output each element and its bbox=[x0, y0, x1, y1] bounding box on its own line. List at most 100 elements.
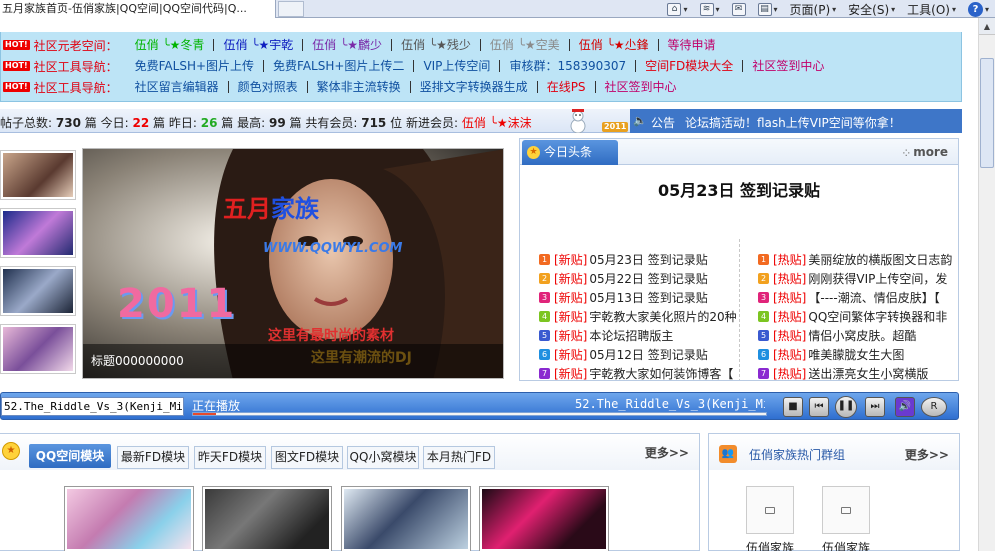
nav-links: 伍俏 ╰★冬青 伍俏 ╰★宇乾 伍俏 ╰★麟少 伍俏 ╰★残少 伍俏 ╰★空美 伍俏 ╰★… bbox=[126, 39, 725, 51]
tools-menu-label: 工具(O) bbox=[907, 2, 950, 17]
headline-item[interactable]: 2 [新贴] 05月22日 签到记录贴 bbox=[539, 269, 751, 288]
headline-item[interactable]: 2 [热贴] 刚刚获得VIP上传空间，发 bbox=[758, 269, 958, 288]
headline-item[interactable]: 6 [新贴] 05月12日 签到记录贴 bbox=[539, 345, 751, 364]
headline-item[interactable]: 5 [新贴] 本论坛招聘版主 bbox=[539, 326, 751, 345]
tab-qq-nest[interactable]: QQ小窝模块 bbox=[347, 446, 419, 469]
hot-badge: HOT! bbox=[3, 61, 30, 71]
headlines-panel: ★ 今日头条 ⁘ more 05月23日 签到记录贴 1 [新贴] 05月23日 签到… bbox=[519, 138, 959, 381]
headline-item[interactable]: 1 [热贴] 美丽绽放的横版图文日志韵 bbox=[758, 250, 958, 269]
nav-link[interactable]: 伍俏 ╰★麟少 bbox=[303, 39, 393, 51]
scrollbar-thumb[interactable] bbox=[980, 58, 994, 168]
module-thumbnail[interactable] bbox=[202, 486, 332, 551]
tab-today-headlines[interactable]: ★ 今日头条 bbox=[522, 140, 618, 165]
repeat-button[interactable]: R bbox=[921, 397, 947, 417]
nav-link[interactable]: 伍俏 ╰★尐鋒 bbox=[570, 39, 659, 51]
post-tag: [新贴] bbox=[554, 310, 588, 324]
chevron-down-icon: ▾ bbox=[715, 4, 720, 14]
scroll-up-arrow-icon[interactable]: ▲ bbox=[979, 18, 995, 35]
headline-item[interactable]: 4 [新贴] 宇乾教大家美化照片的20种 bbox=[539, 307, 751, 326]
slideshow-thumbnail[interactable] bbox=[0, 266, 76, 316]
unit: 篇 bbox=[289, 116, 302, 130]
slideshow-thumbnail[interactable] bbox=[0, 208, 76, 258]
next-button[interactable]: ⏭ bbox=[865, 397, 885, 417]
previous-button[interactable]: ⏮ bbox=[809, 397, 829, 417]
chevron-down-icon: ▾ bbox=[984, 4, 989, 14]
new-tab-button[interactable] bbox=[278, 1, 304, 17]
more-link[interactable]: 更多>> bbox=[905, 446, 949, 463]
home-button[interactable]: ⌂ ▾ bbox=[663, 2, 691, 16]
tab-title: 五月家族首页-伍俏家族|QQ空间|QQ空间代码|Q... bbox=[2, 2, 247, 15]
progress-bar[interactable] bbox=[192, 412, 767, 416]
nav-row-title: 社区元老空间： bbox=[33, 38, 118, 53]
headline-item[interactable]: 7 [新贴] 宇乾教大家如何装饰博客【 bbox=[539, 364, 751, 380]
module-header: ★ QQ空间模块 最新FD模块 昨天FD模块 图文FD模块 QQ小窝模块 本月热… bbox=[0, 434, 699, 470]
module-thumbnail[interactable] bbox=[341, 486, 471, 551]
tab-qq-space-modules[interactable]: QQ空间模块 bbox=[29, 444, 111, 468]
new-member-link[interactable]: 伍俏 ╰★沫沫 bbox=[462, 116, 532, 130]
group-item[interactable]: 伍俏家族 bbox=[821, 486, 871, 551]
banner-logo-text: 五月家族 bbox=[223, 195, 319, 223]
hot-badge: HOT! bbox=[3, 40, 30, 50]
nav-links: 社区留言编辑器 颜色对照表 繁体非主流转换 竖排文字转换器生成 在线PS 社区签到中心 bbox=[126, 81, 686, 93]
forum-stats-bar: 帖子总数: 730 篇 今日: 22 篇 昨日: 26 篇 最高: 99 篇 共… bbox=[0, 109, 962, 134]
nav-link[interactable]: 社区留言编辑器 bbox=[126, 81, 229, 93]
nav-link[interactable]: 繁体非主流转换 bbox=[308, 81, 411, 93]
track-input[interactable] bbox=[1, 397, 184, 416]
more-link[interactable]: 更多>> bbox=[645, 444, 689, 461]
headline-item[interactable]: 4 [热贴] QQ空间繁体字转换器和非 bbox=[758, 307, 958, 326]
tab-image-text-fd[interactable]: 图文FD模块 bbox=[271, 446, 343, 469]
announcement-text[interactable]: 论坛搞活动！flash上传VIP空间等你拿！ bbox=[685, 114, 901, 131]
nav-link[interactable]: 免费FALSH+图片上传 bbox=[126, 60, 265, 72]
slideshow-thumbnail[interactable] bbox=[0, 150, 76, 200]
featured-headline[interactable]: 05月23日 签到记录贴 bbox=[520, 177, 958, 201]
headline-item[interactable]: 5 [热贴] 情侣小窝皮肤。超酷 bbox=[758, 326, 958, 345]
headline-item[interactable]: 3 [热贴] 【----潮流、情侣皮肤】【 bbox=[758, 288, 958, 307]
feeds-button[interactable]: ≋ ▾ bbox=[696, 2, 724, 16]
nav-link[interactable]: 伍俏 ╰★冬青 bbox=[126, 39, 215, 51]
nav-link[interactable]: VIP上传空间 bbox=[414, 60, 501, 72]
page-menu[interactable]: 页面(P) ▾ bbox=[786, 1, 841, 18]
nav-link[interactable]: 颜色对照表 bbox=[229, 81, 308, 93]
nav-link[interactable]: 社区签到中心 bbox=[596, 81, 686, 93]
read-mail-button[interactable]: ✉ bbox=[728, 2, 750, 16]
tools-menu[interactable]: 工具(O) ▾ bbox=[903, 1, 960, 18]
nav-link[interactable]: 伍俏 ╰★残少 bbox=[392, 39, 481, 51]
headline-item[interactable]: 7 [热贴] 送出漂亮女生小窝横版 bbox=[758, 364, 958, 380]
rank-badge: 5 bbox=[539, 330, 550, 341]
headline-item[interactable]: 1 [新贴] 05月23日 签到记录贴 bbox=[539, 250, 751, 269]
help-menu[interactable]: ? ▾ bbox=[964, 1, 993, 17]
browser-tab[interactable]: 五月家族首页-伍俏家族|QQ空间|QQ空间代码|Q... bbox=[0, 0, 276, 18]
post-tag: [热贴] bbox=[773, 291, 807, 305]
nav-link[interactable]: 等待申请 bbox=[659, 39, 725, 51]
nav-link[interactable]: 竖排文字转换器生成 bbox=[411, 81, 538, 93]
tab-yesterday-fd[interactable]: 昨天FD模块 bbox=[194, 446, 266, 469]
slideshow-thumbnail[interactable] bbox=[0, 324, 76, 374]
nav-link[interactable]: 社区签到中心 bbox=[743, 60, 833, 72]
nav-link[interactable]: 在线PS bbox=[538, 81, 596, 93]
nav-link[interactable]: 空间FD模块大全 bbox=[636, 60, 744, 72]
volume-button[interactable]: 🔊 bbox=[895, 397, 915, 417]
stats-text: 帖子总数: 730 篇 今日: 22 篇 昨日: 26 篇 最高: 99 篇 共… bbox=[0, 114, 532, 131]
nav-link[interactable]: 审核群：158390307 bbox=[500, 60, 637, 72]
safety-menu[interactable]: 安全(S) ▾ bbox=[844, 1, 899, 18]
stop-button[interactable]: ■ bbox=[783, 397, 803, 417]
slideshow-banner[interactable]: 五月家族 WWW.QQWYL.COM 2011 这里有最时尚的素材 这里有潮流的… bbox=[82, 148, 504, 379]
vertical-scrollbar[interactable]: ▲ bbox=[978, 18, 995, 551]
nav-link[interactable]: 伍俏 ╰★空美 bbox=[481, 39, 570, 51]
new-member-label: 新进会员: bbox=[405, 116, 459, 130]
headline-item[interactable]: 3 [新贴] 05月13日 签到记录贴 bbox=[539, 288, 751, 307]
headline-title: 【----潮流、情侣皮肤】【 bbox=[808, 291, 940, 305]
module-thumbnail[interactable] bbox=[479, 486, 609, 551]
more-link[interactable]: ⁘ more bbox=[903, 145, 949, 159]
nav-link[interactable]: 免费FALSH+图片上传二 bbox=[264, 60, 415, 72]
tab-monthly-hot[interactable]: 本月热门FD bbox=[423, 446, 495, 469]
group-item[interactable]: 伍俏家族 bbox=[745, 486, 795, 551]
rank-badge: 1 bbox=[539, 254, 550, 265]
pause-button[interactable]: ❚❚ bbox=[835, 396, 857, 418]
nav-link[interactable]: 伍俏 ╰★宇乾 bbox=[214, 39, 304, 51]
headline-item[interactable]: 6 [热贴] 唯美朦胧女生大图 bbox=[758, 345, 958, 364]
print-button[interactable]: ▤ ▾ bbox=[754, 2, 782, 16]
tab-latest-fd[interactable]: 最新FD模块 bbox=[117, 446, 189, 469]
community-nav: HOT! 社区元老空间： 伍俏 ╰★冬青 伍俏 ╰★宇乾 伍俏 ╰★麟少 伍俏 ╰★残… bbox=[0, 32, 962, 102]
module-thumbnail[interactable] bbox=[64, 486, 194, 551]
